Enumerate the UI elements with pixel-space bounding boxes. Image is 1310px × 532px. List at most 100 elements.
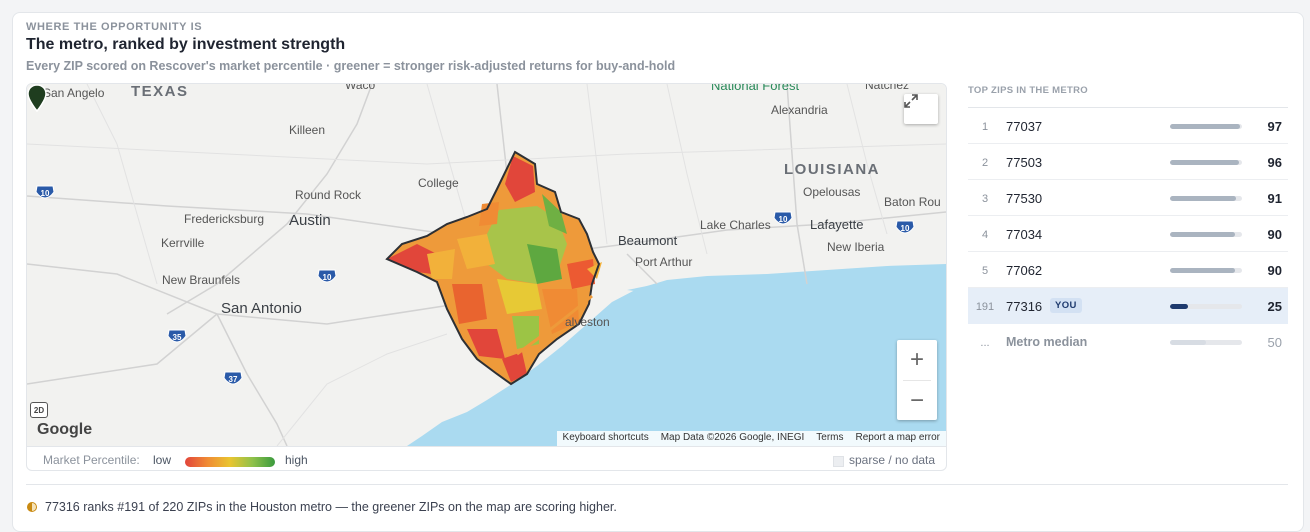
footer-divider [26,484,1288,485]
map-label: TEXAS [131,83,189,100]
zip-row[interactable]: 3 77530 91 [968,180,1288,216]
legend-gradient [185,457,275,467]
half-circle-icon [27,502,37,512]
map-label: National Forest [711,83,800,93]
zip-code: 77530 [1006,191,1043,206]
zip-rank: 191 [975,301,995,313]
hwy-i10-label: 10 [779,215,788,224]
metro-median-row[interactable]: ... Metro median 50 [968,324,1288,360]
zip-row[interactable]: 1 77037 97 [968,108,1288,144]
zip-rank: 2 [981,157,989,169]
zip-rank: 5 [981,265,989,277]
badge-2d[interactable]: 2D [30,402,48,418]
zip-rank: ... [980,337,990,349]
section-eyebrow: WHERE THE OPPORTUNITY IS [26,21,203,33]
google-logo: Google [37,421,93,438]
metro-map[interactable]: 10 10 10 10 35 37 San Angelo TEXAS Waco … [27,84,946,446]
zip-rank: 3 [981,193,989,205]
expand-icon [904,94,918,108]
score-bar-fill [1170,268,1235,273]
section-title: The metro, ranked by investment strength [26,36,346,53]
zip-rank: 4 [981,229,989,241]
map-label: Natchez [865,83,910,92]
zip-row[interactable]: 5 77062 90 [968,252,1288,288]
map-label: alveston [565,315,610,329]
top-zips-list: 1 77037 97 2 77503 96 3 77530 91 4 77034 90 5 77062 90… [968,108,1288,360]
zip-row[interactable]: 2 77503 96 [968,144,1288,180]
hwy-i10-label: 10 [41,189,50,198]
score-bar-fill [1170,340,1206,345]
opportunity-card: WHERE THE OPPORTUNITY IS The metro, rank… [12,12,1304,532]
map-label: College [418,176,459,190]
map-label: Beaumont [618,233,678,248]
map-label: Baton Rou [884,195,941,209]
terms-link[interactable]: Terms [810,431,849,446]
zip-row-you[interactable]: 191 77316 YOU 25 [968,288,1288,324]
zip-code: 77062 [1006,263,1043,278]
score-bar-track [1170,124,1242,129]
footer-text: 77316 ranks #191 of 220 ZIPs in the Hous… [45,500,617,514]
map-label: LOUISIANA [784,161,880,178]
zip-score: 96 [1267,155,1282,170]
zip-code: Metro median [1006,335,1088,349]
score-bar-track [1170,232,1242,237]
score-bar-track [1170,304,1242,309]
keyboard-shortcuts-link[interactable]: Keyboard shortcuts [557,431,655,446]
report-error-link[interactable]: Report a map error [850,431,946,446]
section-subtitle: Every ZIP scored on Rescover's market pe… [26,59,676,73]
map-label: Austin [289,212,331,229]
location-pin-icon[interactable] [27,84,47,112]
score-bar-fill [1170,124,1240,129]
legend-sparse-label: sparse / no data [849,453,936,467]
zip-code: 77034 [1006,227,1043,242]
zip-code: 77037 [1006,119,1043,134]
zip-score: 90 [1267,227,1282,242]
map-label: Port Arthur [635,255,693,269]
map-label: San Angelo [43,86,105,100]
map-data-text: Map Data ©2026 Google, INEGI [660,432,805,443]
zoom-in-button[interactable]: + [897,340,937,380]
score-bar-fill [1170,160,1240,165]
map-label: New Iberia [827,240,885,254]
fullscreen-button[interactable] [904,94,938,124]
hwy-i37-label: 37 [229,375,238,384]
zip-code: 77503 [1006,155,1043,170]
map-label: Kerrville [161,236,205,250]
zoom-out-button[interactable]: − [897,381,937,421]
legend-title: Market Percentile: [43,453,140,467]
score-bar-fill [1170,304,1188,309]
map-label: San Antonio [221,300,302,317]
score-bar-fill [1170,232,1235,237]
hwy-i35-label: 35 [173,333,182,342]
hwy-i10-label: 10 [901,224,910,233]
map-label: Lake Charles [700,218,771,232]
score-bar-track [1170,160,1242,165]
legend-high-label: high [285,453,308,467]
map-label: Alexandria [771,103,828,117]
legend-sparse-swatch [833,456,844,467]
map-label: Round Rock [295,188,362,202]
score-bar-track [1170,196,1242,201]
map-canvas: 10 10 10 10 35 37 [27,84,946,446]
hwy-i10-label: 10 [323,273,332,282]
zip-score: 25 [1267,299,1282,314]
map-legend: Market Percentile: low high sparse / no … [27,446,946,470]
legend-low-label: low [153,453,172,467]
zip-row[interactable]: 4 77034 90 [968,216,1288,252]
map-label: New Braunfels [162,273,241,287]
zip-code: 77316 [1006,299,1043,314]
zip-rank: 1 [981,121,989,133]
map-label: Lafayette [810,217,864,232]
footer-note: 77316 ranks #191 of 220 ZIPs in the Hous… [27,500,617,514]
zip-score: 97 [1267,119,1282,134]
top-zips-title: TOP ZIPS IN THE METRO [968,85,1088,96]
zip-score: 90 [1267,263,1282,278]
zip-score: 91 [1267,191,1282,206]
score-bar-track [1170,268,1242,273]
zoom-controls: + − [897,340,937,420]
map-label: Killeen [289,123,326,137]
map-label: Waco [345,83,376,92]
map-attribution: Keyboard shortcuts Map Data ©2026 Google… [556,431,946,446]
score-bar-track [1170,340,1242,345]
zip-score: 50 [1267,335,1282,350]
